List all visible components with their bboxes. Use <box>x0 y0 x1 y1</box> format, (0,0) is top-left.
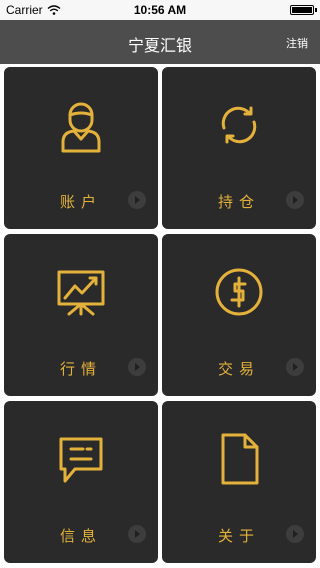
tile-trade[interactable]: 交易 <box>162 234 316 396</box>
status-time: 10:56 AM <box>133 3 187 17</box>
menu-grid: 账户 持仓 行情 交易 信息 关于 <box>0 64 320 568</box>
tile-about[interactable]: 关于 <box>162 401 316 563</box>
document-icon <box>221 433 259 485</box>
chevron-right-icon <box>128 525 146 543</box>
message-icon <box>59 437 103 483</box>
logout-button[interactable]: 注销 <box>286 35 308 51</box>
battery-icon <box>290 5 317 15</box>
status-bar: Carrier 10:56 AM <box>0 0 320 20</box>
page-title: 宁夏汇银 <box>127 36 192 55</box>
chevron-right-icon <box>128 358 146 376</box>
tile-positions[interactable]: 持仓 <box>162 67 316 229</box>
tile-messages[interactable]: 信息 <box>4 401 158 563</box>
tile-market[interactable]: 行情 <box>4 234 158 396</box>
chevron-right-icon <box>286 191 304 209</box>
user-icon <box>61 102 101 153</box>
chevron-right-icon <box>286 525 304 543</box>
nav-bar: 宁夏汇银 注销 <box>0 20 320 64</box>
chevron-right-icon <box>286 358 304 376</box>
chevron-right-icon <box>128 191 146 209</box>
refresh-cycle-icon <box>221 106 257 144</box>
market-chart-icon <box>57 270 105 316</box>
tile-account[interactable]: 账户 <box>4 67 158 229</box>
dollar-coin-icon <box>215 268 263 316</box>
